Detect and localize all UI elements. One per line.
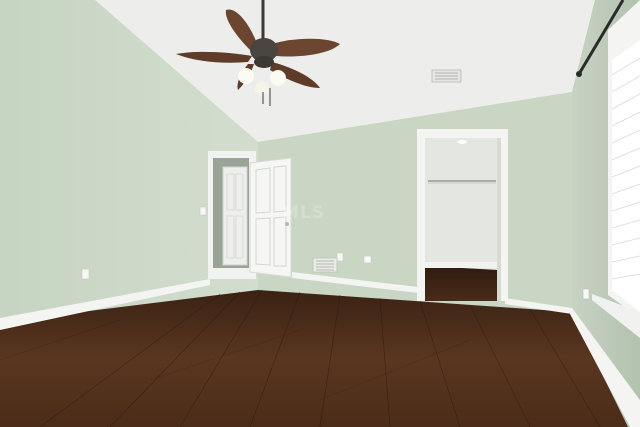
- wall-outlet-left: [81, 268, 90, 280]
- closet-light: [457, 140, 467, 144]
- fan-light-left: [238, 68, 254, 84]
- hardwood-floor: [0, 290, 628, 427]
- wall-outlet-back-2: [363, 255, 372, 264]
- wall-outlet-back: [336, 252, 344, 262]
- fan-light-center: [255, 81, 269, 95]
- empty-bedroom-photo: MLS: [0, 0, 640, 427]
- closet-floor: [425, 266, 499, 301]
- window-blinds: [612, 40, 640, 312]
- fan-light-right: [270, 70, 286, 86]
- closet-interior: [425, 138, 499, 269]
- light-switch: [199, 206, 207, 216]
- mls-watermark: MLS: [282, 203, 325, 223]
- wall-outlet-right: [582, 288, 590, 300]
